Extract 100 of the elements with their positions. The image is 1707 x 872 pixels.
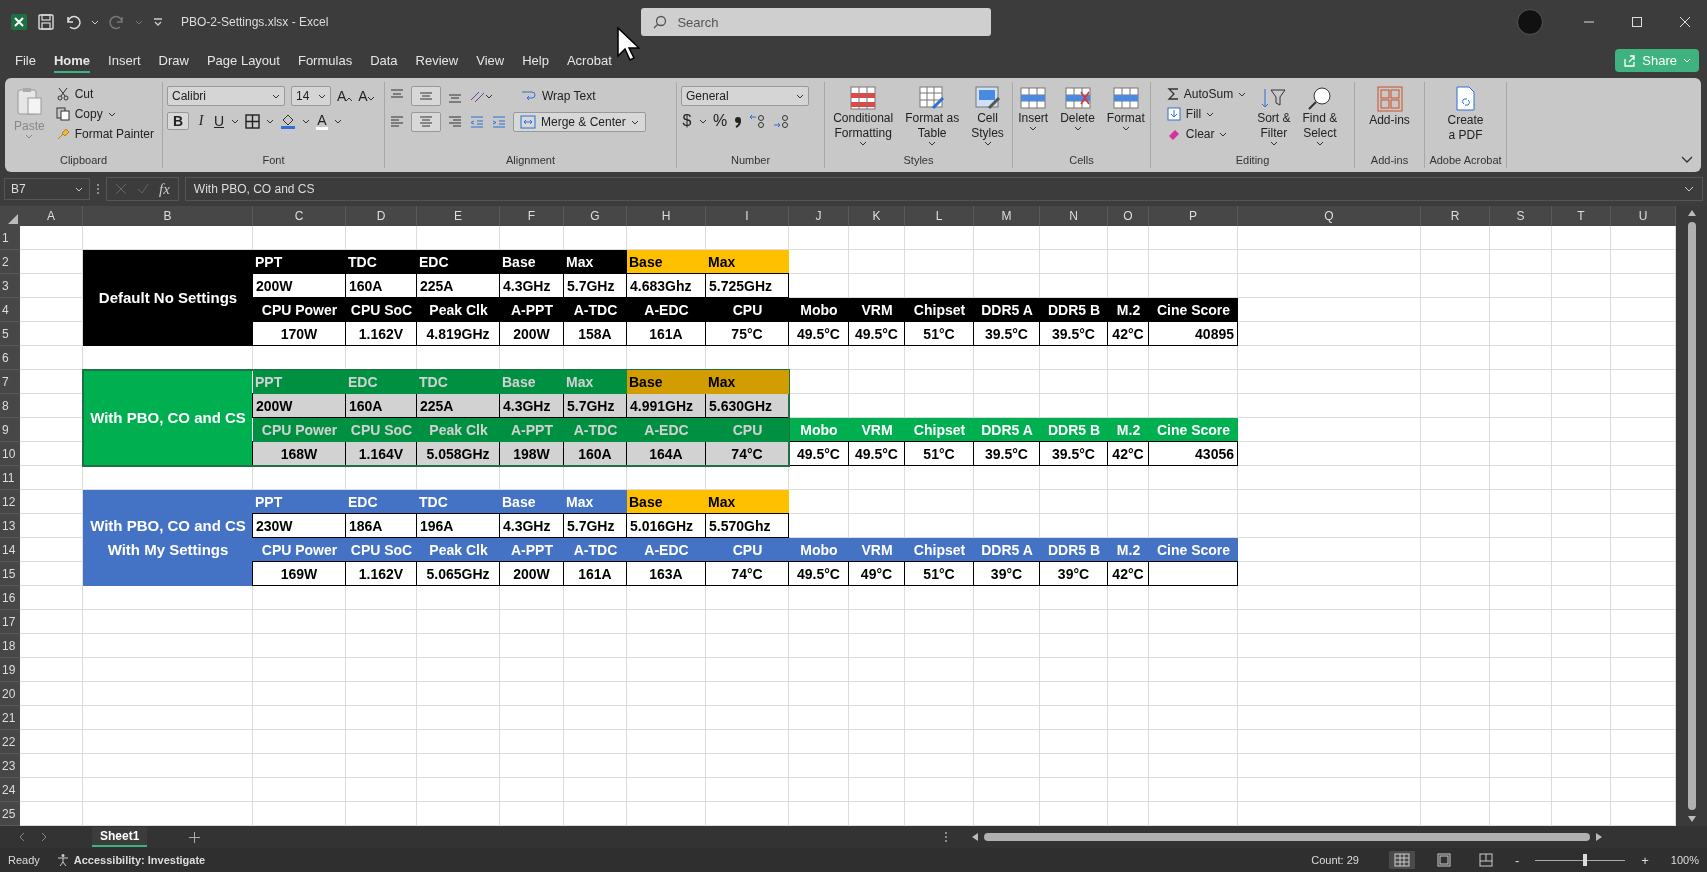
shrink-font-button[interactable]: A [358, 88, 374, 104]
row-header[interactable]: 19 [0, 658, 20, 682]
row-header[interactable]: 1 [0, 226, 20, 250]
row-header[interactable]: 3 [0, 274, 20, 298]
merge-center-button[interactable]: Merge & Center [513, 112, 646, 132]
column-header[interactable]: L [905, 206, 974, 226]
ribbon-tab[interactable]: Help [513, 46, 558, 74]
column-header[interactable]: O [1108, 206, 1149, 226]
more-options-icon[interactable] [96, 182, 100, 196]
previous-sheet-icon[interactable] [18, 832, 26, 842]
styles-button[interactable]: Cell Styles [968, 86, 1007, 146]
column-header[interactable]: B [83, 206, 253, 226]
row-header[interactable]: 22 [0, 730, 20, 754]
row-header[interactable]: 23 [0, 754, 20, 778]
cells-button[interactable]: Delete [1057, 86, 1098, 131]
caret-icon[interactable] [334, 118, 342, 124]
find-select-button[interactable]: Find & Select [1299, 86, 1341, 146]
cut-button[interactable]: Cut [53, 86, 156, 102]
column-header[interactable]: J [789, 206, 849, 226]
row-header[interactable]: 25 [0, 802, 20, 826]
column-header[interactable]: K [849, 206, 905, 226]
ribbon-tab[interactable]: Draw [149, 46, 198, 74]
fill-button[interactable]: Fill [1164, 106, 1249, 122]
normal-view-icon[interactable] [1388, 851, 1415, 869]
copy-button[interactable]: Copy [53, 106, 156, 122]
row-header[interactable]: 2 [0, 250, 20, 274]
column-header[interactable]: M [974, 206, 1040, 226]
more-options-icon[interactable] [944, 831, 949, 843]
column-header[interactable]: A [20, 206, 83, 226]
customize-toolbar-icon[interactable] [152, 17, 164, 27]
font-size-field[interactable]: 14 [291, 86, 331, 106]
caret-icon[interactable] [699, 118, 707, 124]
row-header[interactable]: 7 [0, 370, 20, 394]
column-header[interactable]: E [417, 206, 500, 226]
column-header[interactable]: T [1552, 206, 1611, 226]
grow-font-button[interactable]: A [337, 88, 353, 104]
caret-icon[interactable] [266, 118, 274, 124]
zoom-out-button[interactable]: - [1514, 852, 1520, 868]
sort-filter-button[interactable]: Sort & Filter [1254, 86, 1294, 146]
align-middle-icon[interactable] [411, 86, 441, 106]
checkmark-icon[interactable] [137, 183, 149, 195]
left-arrow-icon[interactable] [972, 833, 979, 841]
currency-button[interactable]: $ [681, 112, 693, 130]
row-header[interactable]: 21 [0, 706, 20, 730]
row-header[interactable]: 17 [0, 610, 20, 634]
insert-function-button[interactable]: fx [159, 180, 170, 198]
row-header[interactable]: 8 [0, 394, 20, 418]
row-header[interactable]: 5 [0, 322, 20, 346]
column-header[interactable]: R [1421, 206, 1490, 226]
ribbon-tab[interactable]: Page Layout [197, 46, 289, 74]
up-arrow-icon[interactable] [1687, 210, 1696, 216]
caret-icon[interactable] [302, 118, 310, 124]
ribbon-tab[interactable]: Review [406, 46, 468, 74]
zoom-slider-thumb[interactable] [1582, 854, 1587, 866]
ribbon-tab[interactable]: Insert [99, 46, 150, 74]
row-header[interactable]: 13 [0, 514, 20, 538]
select-all-icon[interactable] [8, 214, 18, 224]
next-sheet-icon[interactable] [40, 832, 48, 842]
fill-bucket-icon[interactable] [280, 113, 296, 129]
caret-icon[interactable] [231, 118, 239, 124]
add-ins-button[interactable]: Add-ins [1366, 86, 1413, 127]
create-pdf-button[interactable]: Create a PDF [1444, 86, 1487, 142]
formula-field[interactable]: With PBO, CO and CS [184, 177, 1703, 201]
row-header[interactable]: 15 [0, 562, 20, 586]
column-header[interactable]: N [1040, 206, 1108, 226]
underline-button[interactable]: U [213, 113, 225, 129]
ribbon-tab[interactable]: Data [361, 46, 407, 74]
save-icon[interactable] [37, 13, 55, 31]
ribbon-tab[interactable]: View [467, 46, 514, 74]
column-header[interactable]: F [500, 206, 564, 226]
styles-button[interactable]: Format as Table [902, 86, 963, 146]
column-header[interactable]: D [346, 206, 417, 226]
borders-icon[interactable] [245, 113, 260, 129]
scrollbar-thumb[interactable] [1687, 222, 1696, 810]
column-header[interactable]: I [706, 206, 789, 226]
align-center-icon[interactable] [411, 112, 441, 132]
percent-button[interactable]: % [713, 112, 728, 130]
undo-icon[interactable] [64, 13, 82, 31]
format-painter-button[interactable]: Format Painter [53, 126, 156, 142]
cells-button[interactable]: Insert [1015, 86, 1052, 131]
row-header[interactable]: 16 [0, 586, 20, 610]
cells-button[interactable]: Format [1103, 86, 1148, 131]
styles-button[interactable]: Conditional Formatting [830, 86, 897, 146]
column-header[interactable]: U [1611, 206, 1676, 226]
close-icon[interactable] [1679, 16, 1691, 28]
row-header[interactable]: 14 [0, 538, 20, 562]
font-name-field[interactable]: Calibri [167, 86, 285, 106]
sheet-tab[interactable]: Sheet1 [92, 827, 148, 847]
row-header[interactable]: 6 [0, 346, 20, 370]
column-header[interactable]: Q [1238, 206, 1421, 226]
zoom-in-button[interactable]: + [1641, 852, 1649, 868]
ribbon-tab[interactable]: File [6, 46, 45, 74]
name-box[interactable]: B7 [4, 178, 90, 200]
redo-icon[interactable] [108, 13, 126, 31]
row-header[interactable]: 20 [0, 682, 20, 706]
row-header[interactable]: 11 [0, 466, 20, 490]
right-arrow-icon[interactable] [1596, 833, 1603, 841]
autosum-button[interactable]: AutoSum [1164, 86, 1249, 102]
ribbon-tab[interactable]: Acrobat [557, 46, 621, 74]
row-header[interactable]: 4 [0, 298, 20, 322]
